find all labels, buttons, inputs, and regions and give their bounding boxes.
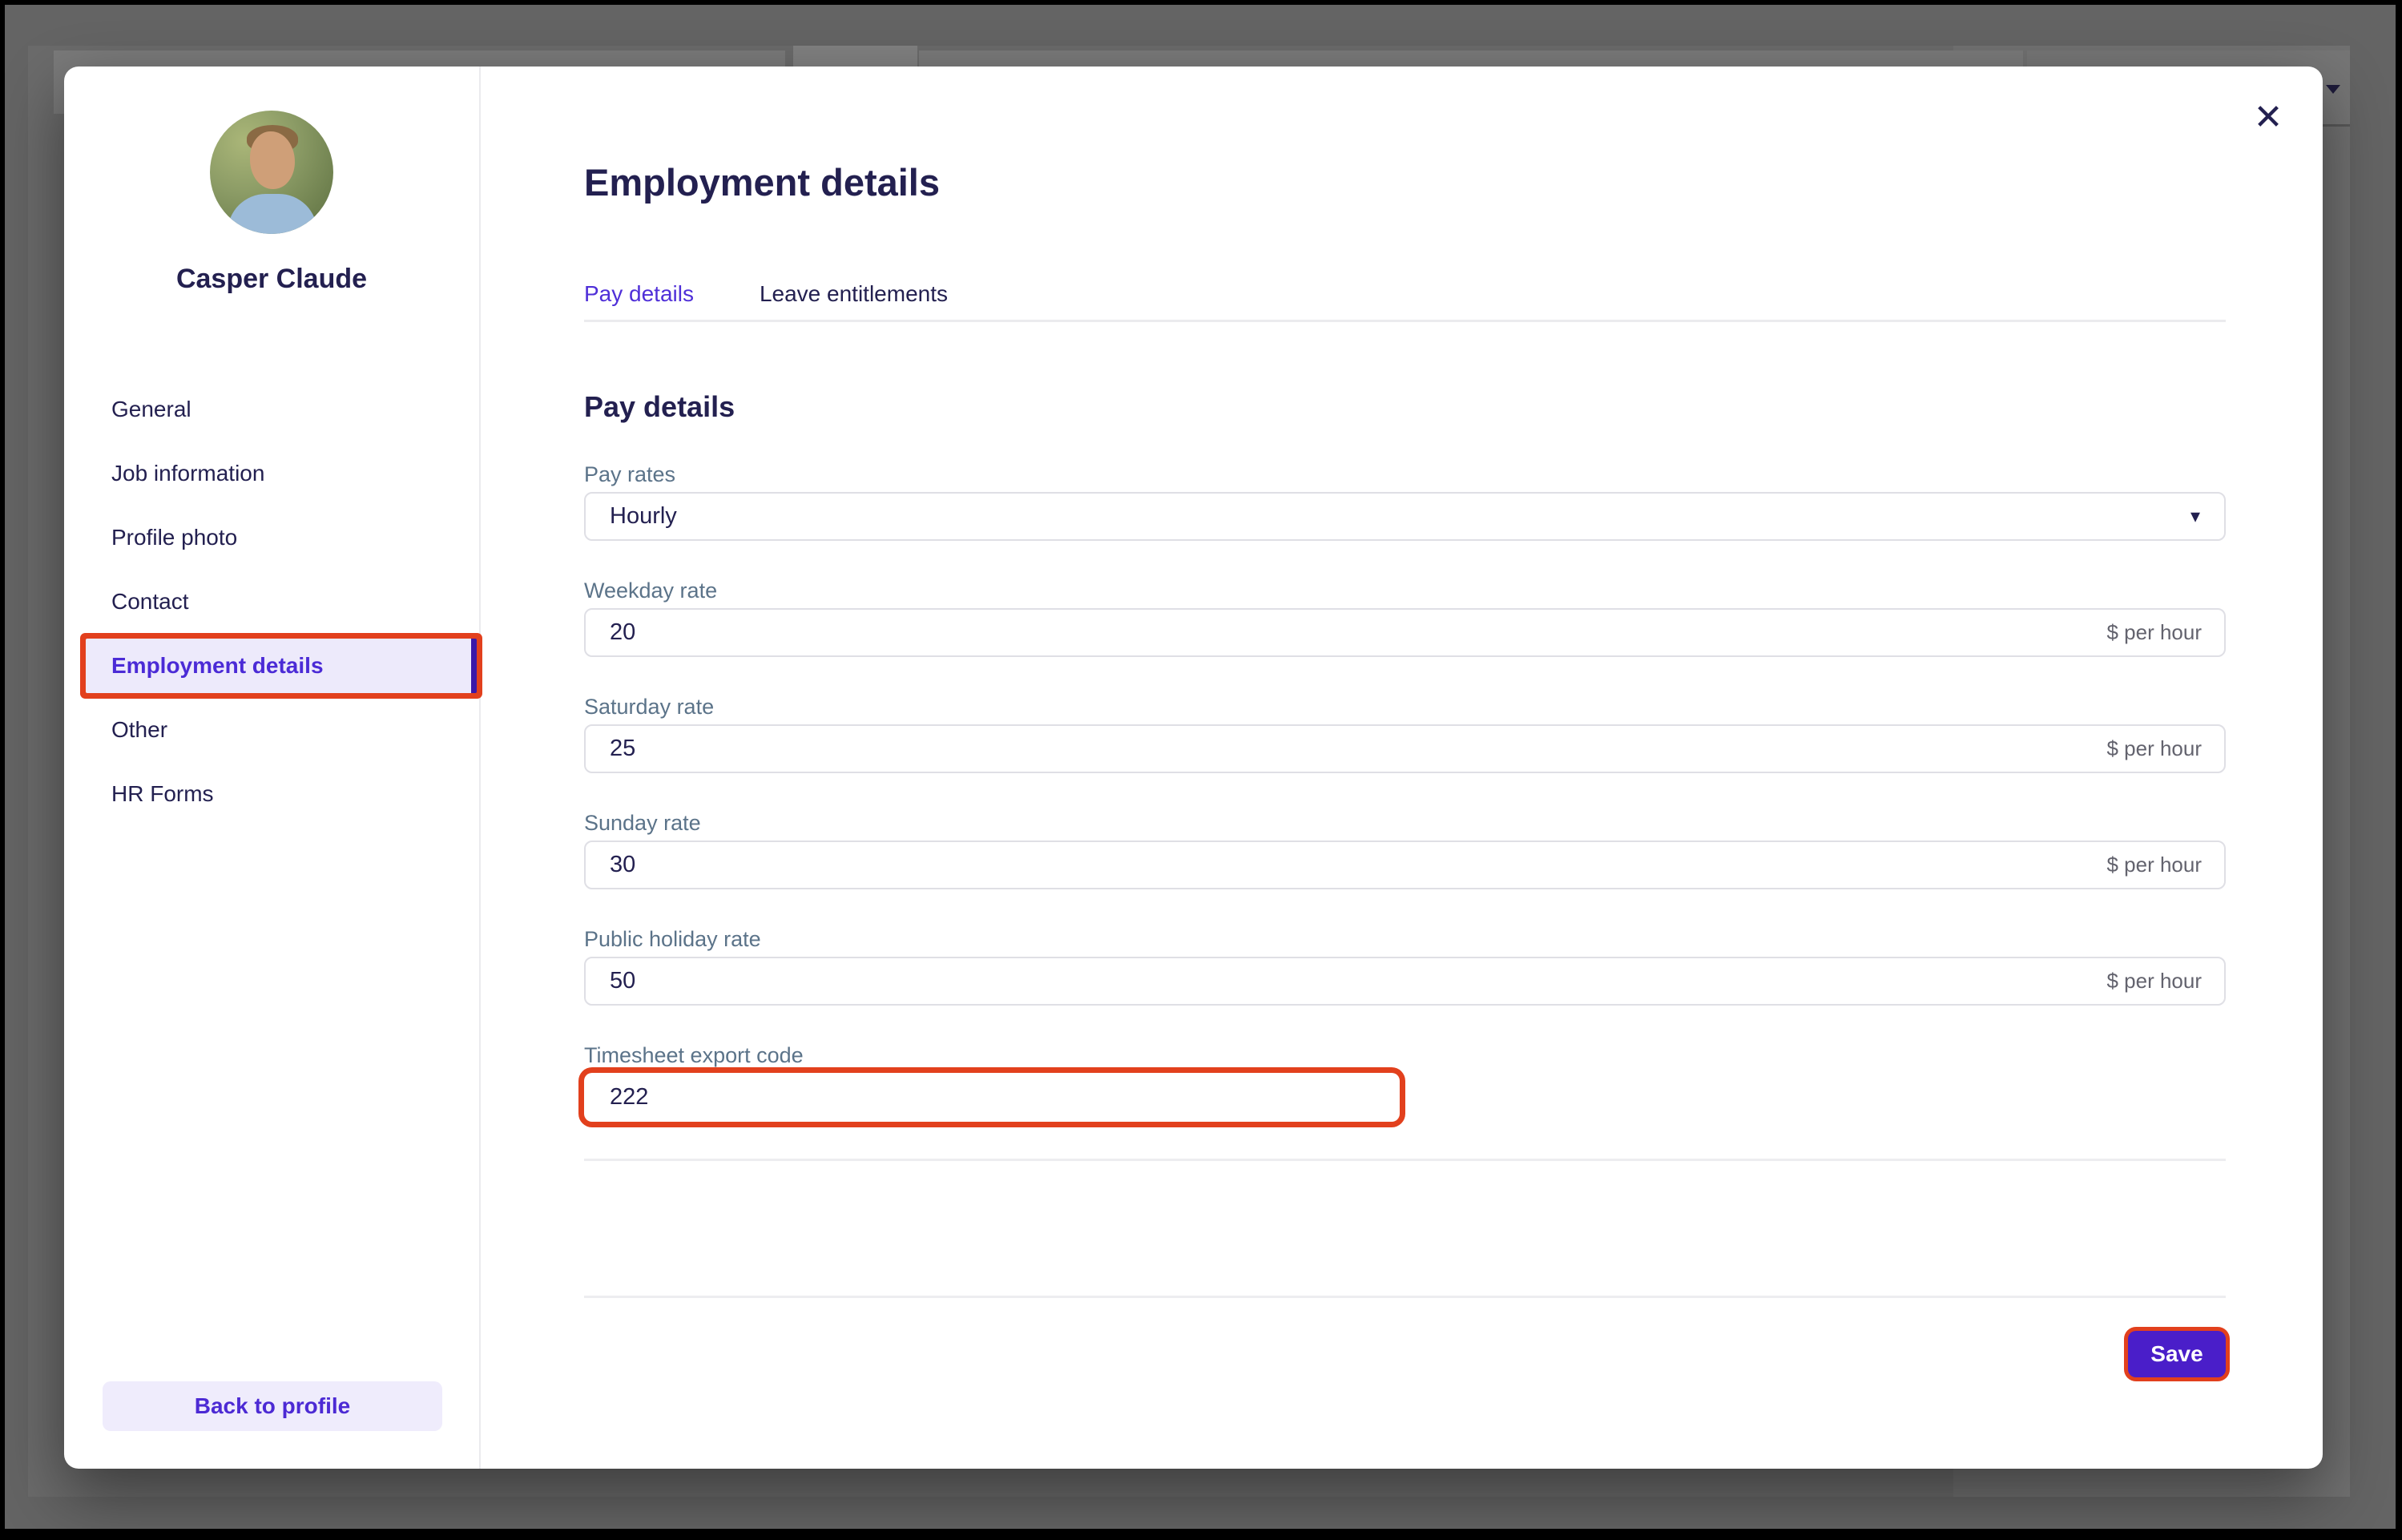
sidebar-nav: General Job information Profile photo Co… <box>64 382 479 821</box>
public-holiday-rate-field: $ per hour <box>584 957 2226 1006</box>
sidebar-item-employment-details[interactable]: Employment details <box>86 639 477 693</box>
public-holiday-rate-label: Public holiday rate <box>584 925 2226 953</box>
close-icon: ✕ <box>2254 98 2283 137</box>
timesheet-export-code-field <box>584 1073 1400 1122</box>
saturday-rate-label: Saturday rate <box>584 693 2226 720</box>
divider <box>584 1159 2226 1161</box>
background-chevron-down-icon <box>2326 85 2340 94</box>
weekday-rate-suffix: $ per hour <box>2106 620 2224 645</box>
tab-leave-entitlements[interactable]: Leave entitlements <box>760 280 948 308</box>
sunday-rate-label: Sunday rate <box>584 809 2226 837</box>
weekday-rate-group: Weekday rate $ per hour <box>584 577 2226 657</box>
modal-title: Employment details <box>584 159 2226 206</box>
sidebar-item-job-information[interactable]: Job information <box>64 446 479 501</box>
public-holiday-rate-group: Public holiday rate $ per hour <box>584 925 2226 1006</box>
modal-content: ✕ Employment details Pay details Leave e… <box>481 67 2323 1469</box>
sunday-rate-field: $ per hour <box>584 841 2226 889</box>
weekday-rate-label: Weekday rate <box>584 577 2226 604</box>
sunday-rate-group: Sunday rate $ per hour <box>584 809 2226 889</box>
weekday-rate-input[interactable] <box>586 610 2106 655</box>
sidebar-item-general[interactable]: General <box>64 382 479 437</box>
sidebar-item-contact[interactable]: Contact <box>64 574 479 629</box>
back-to-profile-button[interactable]: Back to profile <box>103 1381 442 1431</box>
pay-rates-label: Pay rates <box>584 461 2226 488</box>
saturday-rate-group: Saturday rate $ per hour <box>584 693 2226 773</box>
timesheet-export-code-label: Timesheet export code <box>584 1042 2226 1069</box>
pay-details-form: Pay rates Hourly ▾ Weekday rate $ per ho… <box>584 461 2226 1122</box>
profile-sidebar: Casper Claude General Job information Pr… <box>64 67 481 1469</box>
employment-details-modal: Casper Claude General Job information Pr… <box>64 67 2323 1469</box>
profile-name: Casper Claude <box>64 262 479 296</box>
sunday-rate-input[interactable] <box>586 842 2106 888</box>
saturday-rate-suffix: $ per hour <box>2106 736 2224 761</box>
save-button[interactable]: Save <box>2128 1331 2226 1377</box>
chevron-down-icon: ▾ <box>2190 505 2224 528</box>
avatar <box>210 111 333 234</box>
sidebar-item-profile-photo[interactable]: Profile photo <box>64 510 479 565</box>
saturday-rate-field: $ per hour <box>584 724 2226 773</box>
public-holiday-rate-suffix: $ per hour <box>2106 969 2224 994</box>
modal-footer: Save <box>584 1331 2226 1377</box>
pay-rates-group: Pay rates Hourly ▾ <box>584 461 2226 541</box>
pay-rates-select[interactable]: Hourly ▾ <box>584 492 2226 541</box>
close-button[interactable]: ✕ <box>2246 95 2291 140</box>
weekday-rate-field: $ per hour <box>584 608 2226 657</box>
sidebar-item-other[interactable]: Other <box>64 703 479 757</box>
tabs: Pay details Leave entitlements <box>584 280 2226 322</box>
tab-pay-details[interactable]: Pay details <box>584 280 694 308</box>
sunday-rate-suffix: $ per hour <box>2106 853 2224 877</box>
section-heading: Pay details <box>584 389 2226 425</box>
public-holiday-rate-input[interactable] <box>586 958 2106 1004</box>
timesheet-export-code-group: Timesheet export code <box>584 1042 2226 1122</box>
sidebar-item-hr-forms[interactable]: HR Forms <box>64 767 479 821</box>
timesheet-export-code-input[interactable] <box>586 1074 1398 1120</box>
saturday-rate-input[interactable] <box>586 726 2106 772</box>
pay-rates-value: Hourly <box>586 503 677 530</box>
divider <box>584 1296 2226 1298</box>
